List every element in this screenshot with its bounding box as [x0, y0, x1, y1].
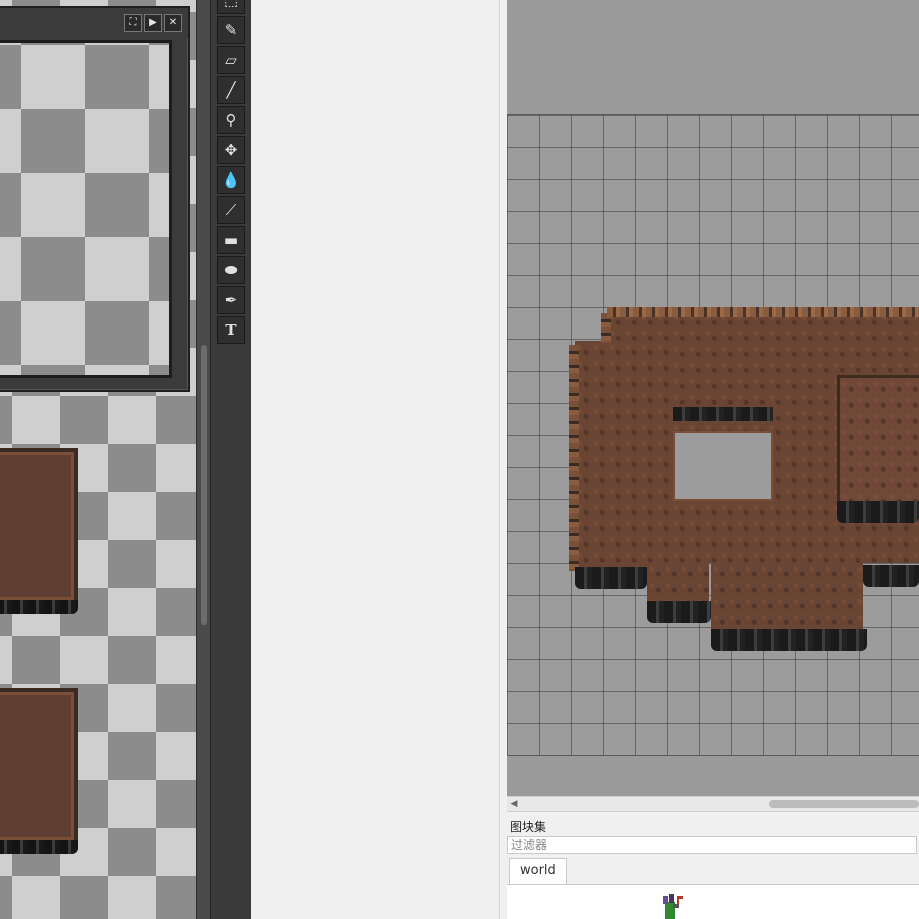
- cliff-wall: [711, 629, 867, 651]
- cliff-wall: [837, 501, 919, 523]
- tool-pencil[interactable]: ✎: [217, 16, 245, 44]
- terrain-edge: [607, 307, 919, 317]
- line-icon: ⟋: [225, 201, 237, 219]
- scrollbar-thumb[interactable]: [769, 800, 919, 808]
- play-button[interactable]: ▶: [144, 14, 162, 32]
- scroll-left-icon[interactable]: ◀: [509, 798, 519, 810]
- filter-input[interactable]: [507, 836, 917, 854]
- tool-selection[interactable]: ⬚: [217, 0, 245, 14]
- tool-spray[interactable]: ✒: [217, 286, 245, 314]
- preview-view: [0, 40, 172, 378]
- tool-ellipse[interactable]: ⬬: [217, 256, 245, 284]
- fill-icon: 💧: [221, 171, 241, 189]
- pencil-icon: ✎: [224, 21, 238, 39]
- cliff-wall: [863, 565, 919, 587]
- tool-eraser[interactable]: ▱: [217, 46, 245, 74]
- tool-text[interactable]: T: [217, 316, 245, 344]
- tool-rectangle[interactable]: ▬: [217, 226, 245, 254]
- terrain-edge: [601, 313, 611, 343]
- hole-cliff: [673, 407, 773, 421]
- fullscreen-icon: ⛶: [129, 17, 137, 28]
- fullscreen-button[interactable]: ⛶: [124, 14, 142, 32]
- cliff-wall: [647, 601, 711, 623]
- canvas-tile-upper: [0, 448, 78, 614]
- spray-icon: ✒: [224, 291, 238, 309]
- tool-palette: ⬚ ✎ ▱ ╱ ⚲ ✥ 💧 ⟋ ▬ ⬬ ✒ T: [210, 0, 252, 919]
- terrain-edge: [569, 345, 579, 571]
- selection-icon: ⬚: [223, 0, 239, 9]
- map-horizontal-scrollbar[interactable]: ◀: [507, 796, 919, 812]
- close-preview-button[interactable]: ✕: [164, 14, 182, 32]
- tool-line[interactable]: ⟋: [217, 196, 245, 224]
- terrain-body: [711, 563, 863, 629]
- terrain-hole: [673, 431, 773, 501]
- tab-world[interactable]: world: [509, 858, 567, 884]
- brush-icon: ╱: [226, 81, 236, 99]
- tileset-view[interactable]: [507, 885, 919, 919]
- zoom-icon: ⚲: [225, 111, 237, 129]
- tileset-panel: 图块集 world: [507, 812, 919, 919]
- rectangle-icon: ▬: [223, 231, 239, 249]
- tile-map-grid[interactable]: [507, 114, 919, 756]
- close-icon: ✕: [168, 17, 178, 28]
- canvas-tile-rubble: [0, 600, 78, 614]
- text-icon: T: [225, 321, 237, 339]
- move-icon: ✥: [224, 141, 238, 159]
- terrain-body: [837, 375, 919, 504]
- map-editor-view[interactable]: [507, 0, 919, 796]
- tool-fill[interactable]: 💧: [217, 166, 245, 194]
- tool-zoom[interactable]: ⚲: [217, 106, 245, 134]
- cliff-wall: [575, 567, 647, 589]
- ellipse-icon: ⬬: [224, 261, 238, 279]
- empty-workspace: [251, 0, 499, 919]
- preview-panel: ⛶ ▶ ✕: [0, 6, 190, 392]
- scrollbar-thumb[interactable]: [201, 345, 207, 625]
- canvas-tile-rubble: [0, 840, 78, 854]
- tool-brush[interactable]: ╱: [217, 76, 245, 104]
- canvas-tile-lower: [0, 688, 78, 854]
- tileset-panel-title: 图块集: [510, 820, 547, 834]
- tool-move[interactable]: ✥: [217, 136, 245, 164]
- canvas-vertical-scrollbar[interactable]: [196, 0, 211, 919]
- tile-sprite[interactable]: [655, 892, 689, 919]
- preview-titlebar: ⛶ ▶ ✕: [0, 8, 188, 38]
- terrain-body: [647, 563, 709, 605]
- sprite-canvas[interactable]: ⛶ ▶ ✕: [0, 0, 196, 919]
- app-window: ⛶ ▶ ✕ ⬚ ✎ ▱ ╱ ⚲ ✥ 💧 ⟋ ▬ ⬬ ✒ T ◀ 图块集 过滤器 …: [0, 0, 919, 919]
- play-icon: ▶: [149, 17, 157, 28]
- eraser-icon: ▱: [225, 51, 237, 69]
- tileset-tab-bar: world: [507, 858, 919, 885]
